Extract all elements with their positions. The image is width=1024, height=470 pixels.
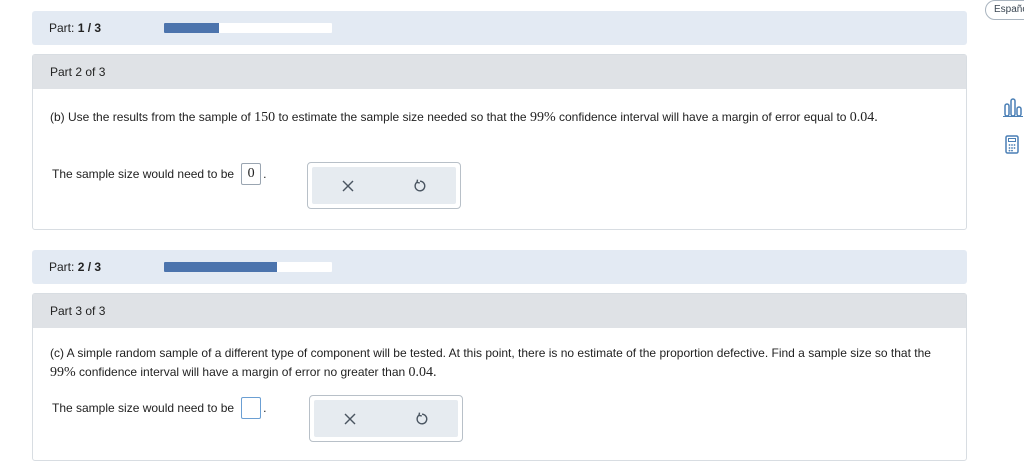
- answer-tools: [309, 395, 463, 442]
- card-title: Part 2 of 3: [33, 55, 966, 89]
- progress-fill: [164, 23, 220, 33]
- bar-chart-icon[interactable]: [1003, 96, 1023, 118]
- undo-icon: [416, 411, 428, 424]
- x-icon: [342, 180, 354, 191]
- question-text: (b) Use the results from the sample of 1…: [50, 110, 878, 125]
- tools-panel: [312, 167, 456, 204]
- part-progress-count: 1 / 3: [77, 21, 102, 35]
- answer-tools: [307, 162, 461, 209]
- question-card: Part 2 of 3 (b) Use the results from the…: [32, 54, 967, 230]
- question-card: Part 3 of 3 (c) A simple random sample o…: [32, 293, 967, 461]
- x-icon: [344, 413, 356, 424]
- answer-line: The sample size would need to be 0 .: [52, 163, 266, 185]
- tools-panel: [314, 400, 458, 437]
- part-progress-bar: Part: 2 / 3: [32, 250, 967, 284]
- clear-button[interactable]: [314, 400, 386, 437]
- answer-input[interactable]: 0: [241, 163, 262, 185]
- progress-track: [164, 262, 332, 272]
- reset-button[interactable]: [384, 167, 456, 204]
- confidence-value: 99%: [529, 110, 556, 125]
- language-button[interactable]: Españo: [985, 0, 1024, 20]
- calculator-icon[interactable]: [1003, 135, 1021, 155]
- answer-line: The sample size would need to be .: [52, 397, 266, 419]
- part-progress-label: Part: 1 / 3: [49, 21, 102, 35]
- reset-button[interactable]: [386, 400, 458, 437]
- undo-icon: [414, 178, 426, 191]
- clear-button[interactable]: [312, 167, 384, 204]
- progress-track: [164, 23, 332, 33]
- part-progress-bar: Part: 1 / 3: [32, 11, 967, 45]
- margin-value: 0.04: [408, 365, 434, 380]
- progress-fill: [164, 262, 277, 272]
- answer-input[interactable]: [241, 397, 262, 419]
- question-text: (c) A simple random sample of a differen…: [50, 346, 931, 380]
- sample-value: 150: [254, 110, 276, 125]
- page: Españo Part: 1 / 3: [0, 0, 1024, 470]
- part-progress-label: Part: 2 / 3: [49, 260, 102, 274]
- card-title: Part 3 of 3: [33, 294, 966, 328]
- confidence-value: 99%: [50, 365, 76, 380]
- margin-value: 0.04: [849, 110, 875, 125]
- part-progress-count: 2 / 3: [77, 260, 102, 274]
